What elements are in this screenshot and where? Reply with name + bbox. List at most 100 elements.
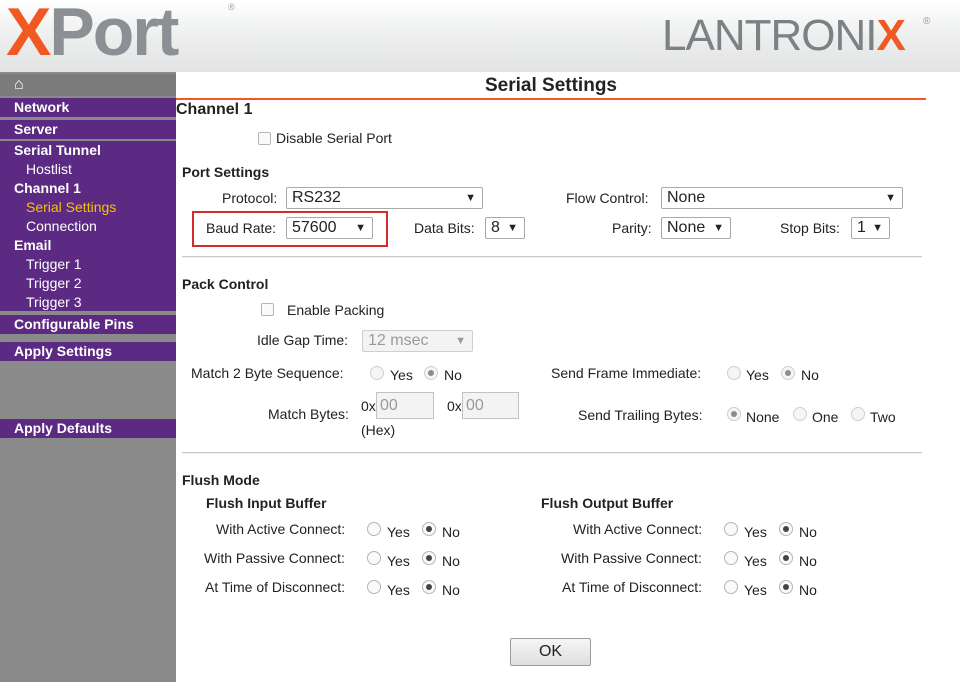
enable-packing-checkbox[interactable] xyxy=(261,303,274,316)
output-passive-connect-no-label: No xyxy=(799,553,817,569)
channel-title: Channel 1 xyxy=(176,101,253,118)
disable-serial-port-label: Disable Serial Port xyxy=(276,130,392,146)
sidebar-channel-block: Serial Tunnel Hostlist Channel 1 Serial … xyxy=(0,141,176,311)
baud-rate-label: Baud Rate: xyxy=(206,220,277,236)
send-trailing-bytes-label: Send Trailing Bytes: xyxy=(578,407,703,423)
input-passive-connect-yes-label: Yes xyxy=(387,553,410,569)
send-trailing-none-radio[interactable] xyxy=(727,407,741,421)
input-disconnect-yes-label: Yes xyxy=(387,582,410,598)
hex-note: (Hex) xyxy=(361,422,396,438)
match-2-byte-no-label: No xyxy=(444,367,462,383)
sidebar-item-apply-settings[interactable]: Apply Settings xyxy=(0,342,176,361)
match-byte-1-prefix: 0x xyxy=(361,398,376,414)
send-frame-immediate-label: Send Frame Immediate: xyxy=(551,365,702,381)
idle-gap-time-select[interactable]: 12 msec ▼ xyxy=(362,330,473,352)
sidebar-item-apply-defaults[interactable]: Apply Defaults xyxy=(0,419,176,438)
send-trailing-one-label: One xyxy=(812,409,839,425)
sidebar-item-hostlist[interactable]: Hostlist xyxy=(26,161,72,177)
sidebar-item-serial-settings[interactable]: Serial Settings xyxy=(26,199,116,215)
send-trailing-one-radio[interactable] xyxy=(793,407,807,421)
sidebar-item-trigger-3[interactable]: Trigger 3 xyxy=(26,294,82,310)
flow-control-label: Flow Control: xyxy=(566,190,649,206)
output-passive-connect-yes-radio[interactable] xyxy=(724,551,738,565)
ok-button[interactable]: OK xyxy=(510,638,591,666)
lantronix-logo: LANTRONIX xyxy=(662,11,906,60)
protocol-select[interactable]: RS232 ▼ xyxy=(286,187,483,209)
match-byte-1-input[interactable]: 00 xyxy=(376,392,434,419)
output-disconnect-no-label: No xyxy=(799,582,817,598)
send-trailing-two-label: Two xyxy=(870,409,896,425)
stop-bits-label: Stop Bits: xyxy=(780,220,840,236)
sidebar-item-email[interactable]: Email xyxy=(14,237,51,253)
parity-label: Parity: xyxy=(612,220,652,236)
input-active-connect-label: With Active Connect: xyxy=(216,521,346,537)
output-active-connect-no-radio[interactable] xyxy=(779,522,793,536)
input-active-connect-yes-radio[interactable] xyxy=(367,522,381,536)
disable-serial-port-checkbox[interactable] xyxy=(258,132,271,145)
input-active-connect-no-radio[interactable] xyxy=(422,522,436,536)
flush-input-buffer-heading: Flush Input Buffer xyxy=(206,495,327,511)
input-passive-connect-yes-radio[interactable] xyxy=(367,551,381,565)
send-trailing-none-label: None xyxy=(746,409,780,425)
pack-control-heading: Pack Control xyxy=(182,276,269,292)
sidebar-item-connection[interactable]: Connection xyxy=(26,218,97,234)
output-disconnect-yes-label: Yes xyxy=(744,582,767,598)
output-passive-connect-no-radio[interactable] xyxy=(779,551,793,565)
match-bytes-label: Match Bytes: xyxy=(268,406,349,422)
flush-output-buffer-heading: Flush Output Buffer xyxy=(541,495,674,511)
output-disconnect-no-radio[interactable] xyxy=(779,580,793,594)
input-passive-connect-no-radio[interactable] xyxy=(422,551,436,565)
sidebar: ⌂ Network Server Serial Tunnel Hostlist … xyxy=(0,72,176,682)
page-title: Serial Settings xyxy=(485,75,617,96)
section-divider xyxy=(182,256,922,258)
sidebar-item-channel-1[interactable]: Channel 1 xyxy=(14,180,81,196)
input-passive-connect-no-label: No xyxy=(442,553,460,569)
match-2-byte-no-radio[interactable] xyxy=(424,366,438,380)
send-trailing-two-radio[interactable] xyxy=(851,407,865,421)
input-disconnect-no-radio[interactable] xyxy=(422,580,436,594)
output-disconnect-yes-radio[interactable] xyxy=(724,580,738,594)
send-frame-no-radio[interactable] xyxy=(781,366,795,380)
sidebar-item-configurable-pins[interactable]: Configurable Pins xyxy=(0,315,176,334)
send-frame-yes-label: Yes xyxy=(746,367,769,383)
lantronix-registered-mark: ® xyxy=(923,16,931,27)
match-2-byte-sequence-label: Match 2 Byte Sequence: xyxy=(191,365,344,381)
output-passive-connect-yes-label: Yes xyxy=(744,553,767,569)
protocol-label: Protocol: xyxy=(222,190,278,206)
sidebar-item-trigger-2[interactable]: Trigger 2 xyxy=(26,275,82,291)
input-active-connect-yes-label: Yes xyxy=(387,524,410,540)
main-content: Serial Settings Channel 1 Disable Serial… xyxy=(176,72,960,682)
input-disconnect-yes-radio[interactable] xyxy=(367,580,381,594)
sidebar-item-network[interactable]: Network xyxy=(0,98,176,117)
output-active-connect-label: With Active Connect: xyxy=(573,521,703,537)
stop-bits-select[interactable]: 1 ▼ xyxy=(851,217,890,239)
input-active-connect-no-label: No xyxy=(442,524,460,540)
baud-rate-select[interactable]: 57600 ▼ xyxy=(286,217,373,239)
match-2-byte-yes-radio[interactable] xyxy=(370,366,384,380)
data-bits-label: Data Bits: xyxy=(414,220,475,236)
send-frame-yes-radio[interactable] xyxy=(727,366,741,380)
output-time-of-disconnect-label: At Time of Disconnect: xyxy=(562,579,703,595)
match-2-byte-yes-label: Yes xyxy=(390,367,413,383)
output-passive-connect-label: With Passive Connect: xyxy=(561,550,702,566)
match-byte-2-input[interactable]: 00 xyxy=(462,392,519,419)
sidebar-item-serial-tunnel[interactable]: Serial Tunnel xyxy=(14,142,101,158)
output-active-connect-no-label: No xyxy=(799,524,817,540)
output-active-connect-yes-label: Yes xyxy=(744,524,767,540)
xport-registered-mark: ® xyxy=(228,2,235,12)
flow-control-select[interactable]: None ▼ xyxy=(661,187,903,209)
sidebar-item-server[interactable]: Server xyxy=(0,120,176,139)
title-divider xyxy=(176,98,926,100)
output-active-connect-yes-radio[interactable] xyxy=(724,522,738,536)
send-frame-no-label: No xyxy=(801,367,819,383)
home-icon[interactable]: ⌂ xyxy=(0,74,176,96)
port-settings-heading: Port Settings xyxy=(182,164,270,180)
input-time-of-disconnect-label: At Time of Disconnect: xyxy=(205,579,346,595)
sidebar-item-trigger-1[interactable]: Trigger 1 xyxy=(26,256,82,272)
match-byte-2-prefix: 0x xyxy=(447,398,462,414)
input-disconnect-no-label: No xyxy=(442,582,460,598)
data-bits-select[interactable]: 8 ▼ xyxy=(485,217,525,239)
input-passive-connect-label: With Passive Connect: xyxy=(204,550,345,566)
parity-select[interactable]: None ▼ xyxy=(661,217,731,239)
enable-packing-label: Enable Packing xyxy=(287,302,385,318)
